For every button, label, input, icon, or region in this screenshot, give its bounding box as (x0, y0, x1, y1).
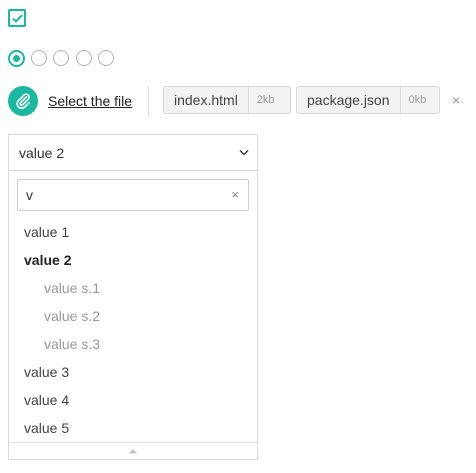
file-chip[interactable]: index.html 2kb (163, 86, 291, 114)
combo-select[interactable]: value 2 (8, 134, 258, 170)
file-size: 2kb (247, 87, 283, 113)
divider (148, 86, 149, 118)
radio-option-2[interactable] (31, 50, 47, 66)
clear-files-icon[interactable]: × (452, 93, 460, 107)
chevron-down-icon (239, 149, 249, 156)
radio-option-3[interactable] (53, 50, 69, 66)
option-item[interactable]: value 3 (9, 358, 257, 386)
option-subitem[interactable]: value s.3 (9, 330, 257, 358)
checkbox[interactable] (8, 9, 26, 27)
option-item[interactable]: value 5 (9, 414, 257, 442)
file-name: index.html (174, 92, 238, 108)
clear-search-icon[interactable]: × (231, 188, 239, 202)
combo-search: × (17, 179, 249, 211)
attach-file-button[interactable] (8, 86, 38, 116)
radio-option-1[interactable] (8, 50, 25, 67)
combo-dropdown: × value 1 value 2 value s.1 value s.2 va… (8, 170, 258, 460)
option-item-selected[interactable]: value 2 (9, 246, 257, 274)
file-size: 0kb (399, 87, 435, 113)
search-input[interactable] (26, 186, 216, 204)
collapse-dropdown-button[interactable] (9, 442, 257, 459)
radio-option-4[interactable] (76, 50, 92, 66)
option-item[interactable]: value 4 (9, 386, 257, 414)
combo-value: value 2 (19, 145, 65, 161)
file-chip[interactable]: package.json 0kb (296, 86, 440, 114)
paperclip-icon (16, 93, 30, 110)
file-name: package.json (307, 92, 390, 108)
option-subitem[interactable]: value s.1 (9, 274, 257, 302)
option-subitem[interactable]: value s.2 (9, 302, 257, 330)
check-icon (11, 14, 23, 23)
option-item[interactable]: value 1 (9, 218, 257, 246)
caret-up-icon (129, 449, 137, 454)
select-file-link[interactable]: Select the file (48, 93, 132, 109)
radio-option-5[interactable] (98, 50, 114, 66)
